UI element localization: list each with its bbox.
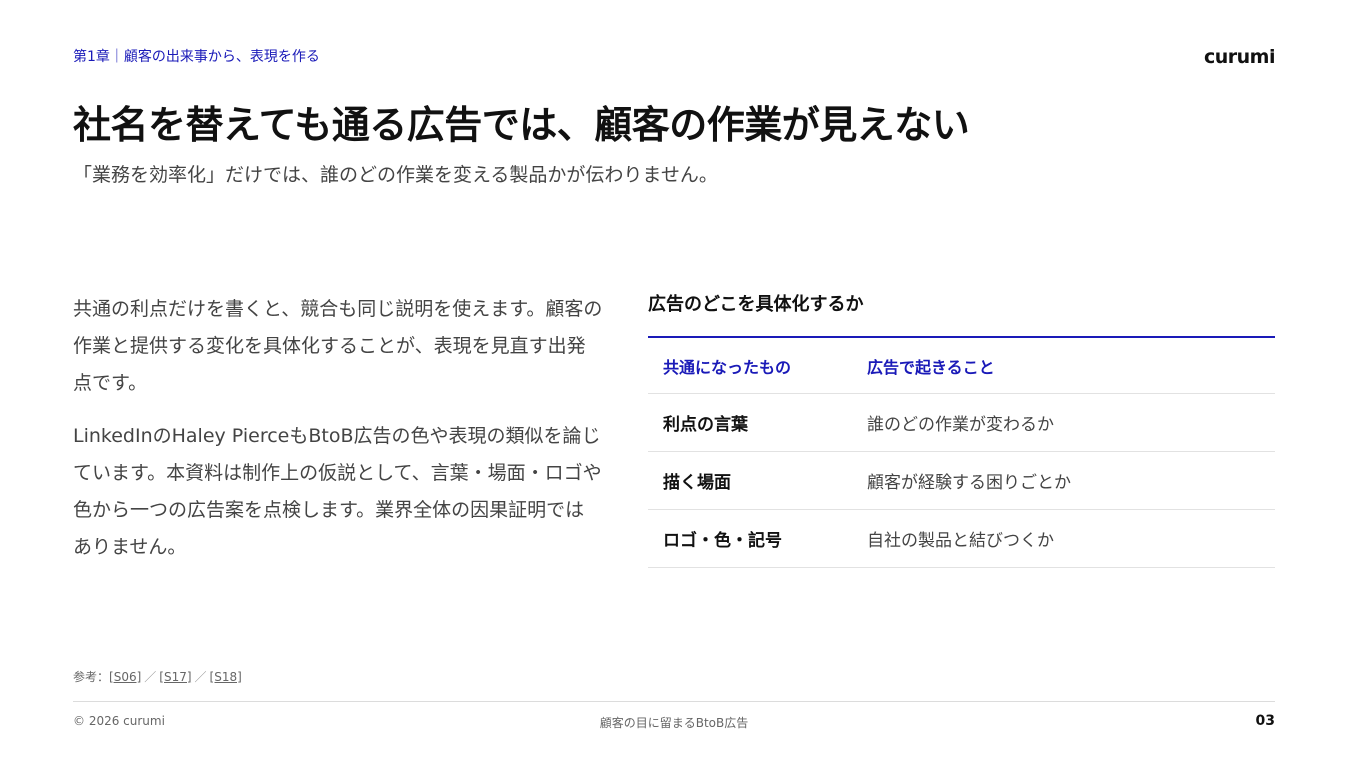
table-row: 描く場面 顧客が経験する困りごとか bbox=[648, 452, 1275, 510]
table-row: 利点の言葉 誰のどの作業が変わるか bbox=[648, 394, 1275, 452]
page-number: 03 bbox=[1255, 713, 1275, 729]
reference-link-s06[interactable]: [S06] bbox=[109, 670, 141, 684]
table-cell: 描く場面 bbox=[663, 473, 731, 493]
reference-separator: ／ bbox=[194, 670, 207, 684]
table-header-row: 共通になったもの 広告で起きること bbox=[648, 338, 1275, 394]
chapter-label: 第1章｜顧客の出来事から、表現を作る bbox=[73, 49, 320, 65]
references: 参考：[S06] ／ [S17] ／ [S18] bbox=[73, 668, 242, 685]
references-label: 参考： bbox=[73, 670, 110, 684]
comparison-table: 広告のどこを具体化するか 共通になったもの 広告で起きること 利点の言葉 誰のど… bbox=[648, 290, 1275, 568]
table-row: ロゴ・色・記号 自社の製品と結びつくか bbox=[648, 510, 1275, 568]
table-cell: 誰のどの作業が変わるか bbox=[867, 415, 1054, 435]
table-cell: 利点の言葉 bbox=[663, 415, 748, 435]
table-header-cell: 広告で起きること bbox=[867, 357, 995, 377]
page-title: 社名を替えても通る広告では、顧客の作業が見えない bbox=[73, 103, 970, 147]
table-cell: 自社の製品と結びつくか bbox=[867, 531, 1054, 551]
table-header-cell: 共通になったもの bbox=[663, 357, 792, 377]
footer-document-title: 顧客の目に留まるBtoB広告 bbox=[599, 716, 749, 730]
reference-separator: ／ bbox=[144, 670, 157, 684]
reference-link-s18[interactable]: [S18] bbox=[210, 670, 242, 684]
table-cell: ロゴ・色・記号 bbox=[663, 531, 782, 551]
footer-divider bbox=[73, 701, 1275, 702]
table-cell: 顧客が経験する困りごとか bbox=[867, 473, 1071, 493]
body-paragraph-2: LinkedInのHaley PierceもBtoB広告の色や表現の類似を論じて… bbox=[73, 425, 602, 558]
reference-link-s17[interactable]: [S17] bbox=[159, 670, 191, 684]
table-heading: 広告のどこを具体化するか bbox=[648, 294, 864, 315]
page-subtitle: 「業務を効率化」だけでは、誰のどの作業を変える製品かが伝わりません。 bbox=[73, 164, 718, 186]
body-text: 共通の利点だけを書くと、競合も同じ説明を使えます。顧客の作業と提供する変化を具体… bbox=[73, 291, 603, 566]
brand-logo: curumi bbox=[1204, 46, 1276, 68]
body-paragraph-1: 共通の利点だけを書くと、競合も同じ説明を使えます。顧客の作業と提供する変化を具体… bbox=[73, 298, 603, 394]
